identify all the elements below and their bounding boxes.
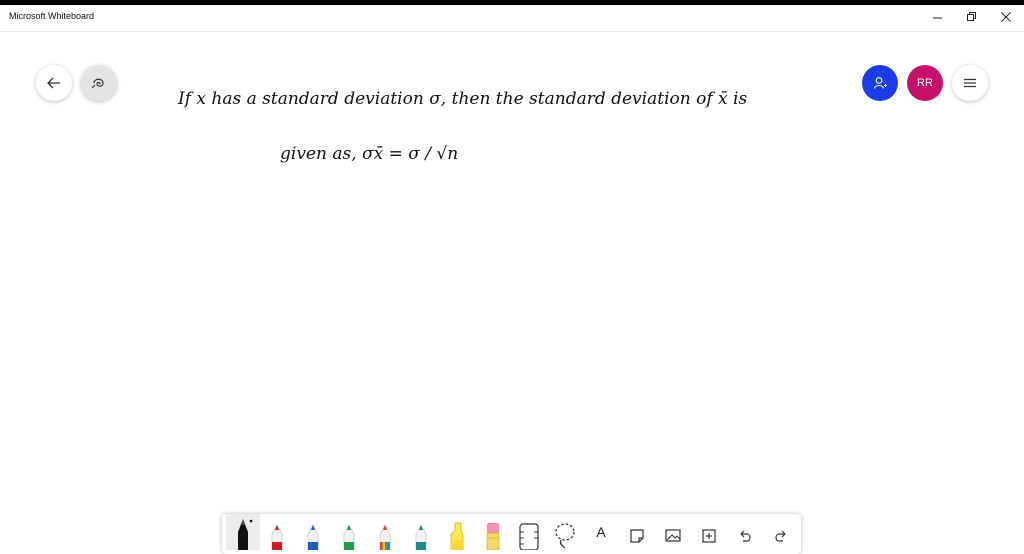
ink-line-2: given as, σx̄ = σ / √n bbox=[280, 144, 458, 164]
pen-green-icon bbox=[343, 524, 355, 550]
insert-tool[interactable] bbox=[692, 514, 726, 550]
eraser-tool[interactable] bbox=[476, 514, 510, 550]
whiteboard-canvas[interactable]: If x has a standard deviation σ, then th… bbox=[0, 0, 1024, 510]
image-tool[interactable] bbox=[656, 514, 690, 550]
sticky-note-tool[interactable] bbox=[620, 514, 654, 550]
pen-green-tool[interactable] bbox=[332, 514, 366, 550]
pen-blue-icon bbox=[307, 524, 319, 550]
pen-rainbow-tool[interactable] bbox=[368, 514, 402, 550]
pen-blue-tool[interactable] bbox=[296, 514, 330, 550]
ink-line-1: If x has a standard deviation σ, then th… bbox=[177, 89, 747, 109]
text-tool-icon: A bbox=[596, 524, 606, 540]
highlighter-tool[interactable] bbox=[440, 514, 474, 550]
sticky-note-icon bbox=[630, 529, 644, 543]
text-tool[interactable]: A bbox=[584, 514, 618, 550]
ruler-icon bbox=[519, 523, 539, 550]
image-icon bbox=[665, 529, 681, 542]
pen-rainbow-icon bbox=[379, 524, 391, 550]
undo-icon bbox=[740, 530, 751, 542]
redo-button[interactable] bbox=[764, 514, 798, 550]
pen-galaxy-tool[interactable] bbox=[404, 514, 438, 550]
redo-icon bbox=[775, 530, 786, 542]
pen-black-icon bbox=[238, 519, 253, 550]
inking-toolbar: A bbox=[222, 514, 801, 554]
pen-red-icon bbox=[271, 524, 283, 550]
ruler-tool[interactable] bbox=[512, 514, 546, 550]
lasso-icon bbox=[555, 523, 575, 549]
eraser-icon bbox=[486, 523, 500, 550]
undo-button[interactable] bbox=[728, 514, 762, 550]
pen-black-tool[interactable] bbox=[226, 514, 260, 550]
pen-red-tool[interactable] bbox=[260, 514, 294, 550]
plus-box-icon bbox=[702, 529, 716, 543]
pen-galaxy-icon bbox=[415, 524, 427, 550]
lasso-tool[interactable] bbox=[548, 514, 582, 550]
highlighter-icon bbox=[450, 522, 464, 550]
